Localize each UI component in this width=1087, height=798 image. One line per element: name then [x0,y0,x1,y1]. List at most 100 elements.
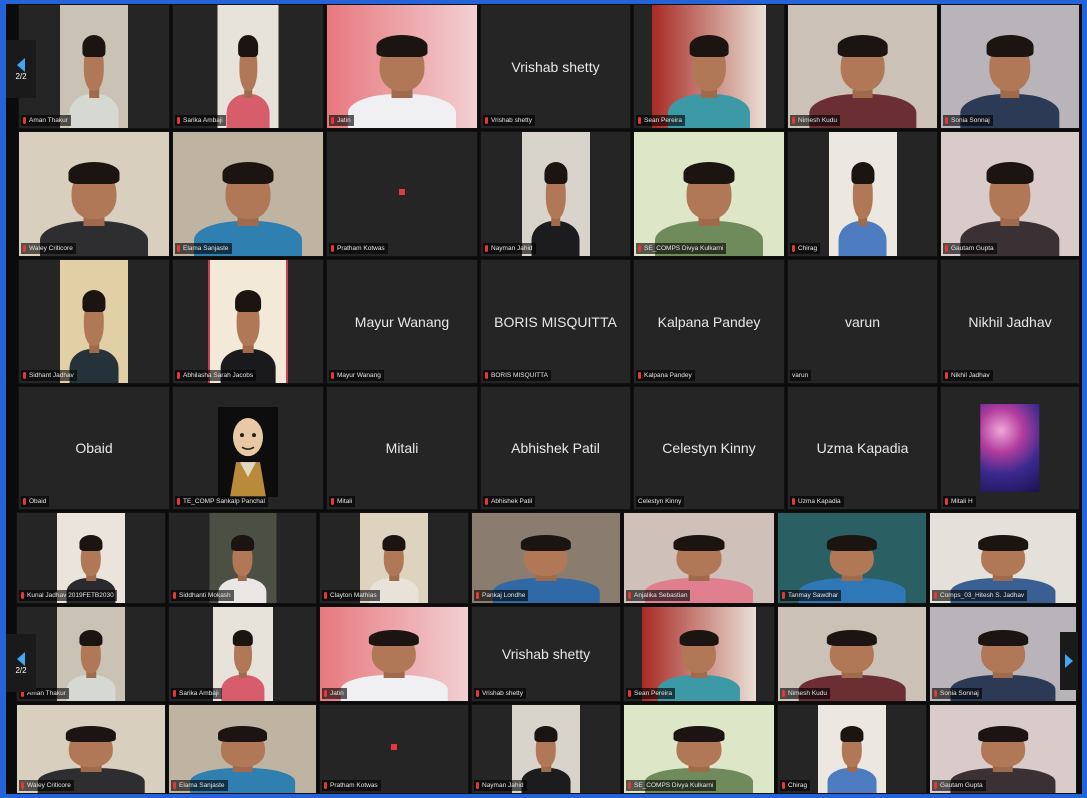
next-page-button[interactable] [1060,632,1078,690]
participant-tile-nikhil-jadhav[interactable]: Nikhil Jadhav Nikhil Jadhav [940,259,1080,384]
participant-tile-gautam-gupta[interactable]: Gautam Gupta [929,704,1077,794]
participant-name-text: Anjalika Sebastian [634,592,688,599]
muted-video-indicator [391,744,397,751]
participant-name-label: Kunal Jadhav 2019FETB2030 [19,590,117,601]
participant-tile-sean-pereira[interactable]: Sean Pereira [633,4,785,129]
participant-name-label: Sidhant Jadhav [21,370,77,381]
participant-tile-waley-criticore[interactable]: Waley Criticore [18,131,170,257]
video-feed [208,260,288,383]
participant-tile-aman-thakur[interactable]: Aman Thakur [16,606,166,702]
participant-tile-varun[interactable]: varun varun [787,259,938,384]
participant-tile-mitali-h[interactable]: Mitali H [940,386,1080,510]
mic-muted-icon [177,117,180,124]
participant-tile-pankaj-londhe[interactable]: Pankaj Londhe [471,512,621,604]
participant-tile-kalpana-pandey[interactable]: Kalpana Pandey Kalpana Pandey [633,259,785,384]
participant-tile-sonia-sonnaj[interactable]: Sonia Sonnaj [940,4,1080,129]
participant-name-display: Vrishab shetty [511,58,600,75]
participant-tile-comps-03-hitesh-s-jadhav[interactable]: Comps_03_Hitesh S. Jadhav [929,512,1077,604]
participant-tile-pratham-kotwas[interactable]: Pratham Kotwas [319,704,469,794]
participant-tile-abhishek-patil[interactable]: Abhishek Patil Abhishek Patil [480,386,631,510]
video-feed [521,132,590,256]
participant-tile-se-comps-divya-kulkarni[interactable]: SE_COMPS Divya Kulkarni [623,704,775,794]
participant-name-text: Pankaj Londhe [482,592,526,599]
participant-name-text: Obaid [29,498,47,505]
participant-tile-uzma-kapadia[interactable]: Uzma Kapadia Uzma Kapadia [787,386,938,510]
mic-muted-icon [782,782,785,789]
participant-tile-sarika-ambaji[interactable]: Sarika Ambaji [172,4,324,129]
participant-name-display: Mayur Wanang [354,313,450,330]
participant-tile-boris-misquitta[interactable]: BORIS MISQUITTA BORIS MISQUITTA [480,259,631,384]
mic-muted-icon [638,372,641,379]
video-feed [19,132,169,256]
mic-muted-icon [792,245,795,252]
mic-muted-icon [476,782,479,789]
participant-tile-sean-pereira[interactable]: Sean Pereira [623,606,775,702]
participant-name-label: Pratham Kotwas [329,243,388,254]
participant-tile-jatin[interactable]: Jatin [319,606,469,702]
participant-name-text: SE_COMPS Divya Kulkarni [644,245,724,252]
participant-tile-tanmay-sawdhar[interactable]: Tanmay Sawdhar [777,512,927,604]
participant-name-text: Nayman Jahid [482,782,524,789]
participant-name-label: Waley Criticore [21,243,76,254]
mic-muted-icon [485,117,488,124]
mic-muted-icon [23,498,26,505]
participant-name-text: Mitali H [951,498,973,505]
participant-tile-vrishab-shetty[interactable]: Vrishab shetty Vrishab shetty [471,606,621,702]
participant-tile-sidhant-jadhav[interactable]: Sidhant Jadhav [18,259,170,384]
participant-tile-kunal-jadhav-2019fetb2030[interactable]: Kunal Jadhav 2019FETB2030 [16,512,166,604]
participant-tile-mitali[interactable]: Mitali Mitali [326,386,478,510]
mic-muted-icon [476,592,479,599]
previous-page-button-lower[interactable]: 2/2 [6,634,36,692]
participant-tile-aman-thakur[interactable]: Aman Thakur [18,4,170,129]
previous-page-button[interactable]: 2/2 [6,40,36,98]
participant-name-display: varun [844,313,881,330]
participant-tile-vrishab-shetty[interactable]: Vrishab shetty Vrishab shetty [480,4,631,129]
mic-muted-icon [324,782,327,789]
participant-tile-sarika-ambaji[interactable]: Sarika Ambaji [168,606,317,702]
video-feed [642,607,756,701]
video-feed [327,5,477,128]
video-feed [60,260,128,383]
participant-name-display: Uzma Kapadia [816,440,909,456]
mic-muted-icon [485,245,488,252]
participant-tile-pratham-kotwas[interactable]: Pratham Kotwas [326,131,478,257]
mic-muted-icon [638,117,641,124]
participant-name-label: Vrishab shetty [483,115,535,126]
mic-muted-icon [23,245,26,252]
arrow-right-icon [1065,654,1073,668]
participant-tile-elama-sanjaste[interactable]: Elama Sanjaste [168,704,317,794]
participant-name-text: Nimesh Kudu [788,690,828,697]
profile-artwork [980,404,1040,492]
participant-name-text: Sonia Sonnaj [951,117,990,124]
participant-tile-se-comps-divya-kulkarni[interactable]: SE_COMPS Divya Kulkarni [633,131,785,257]
participant-tile-jatin[interactable]: Jatin [326,4,478,129]
participant-tile-te-comp-sankalp-panchal[interactable]: TE_COMP Sankalp Panchal [172,386,324,510]
participant-tile-mayur-wanang[interactable]: Mayur Wanang Mayur Wanang [326,259,478,384]
participant-tile-chirag[interactable]: Chirag [777,704,927,794]
page-indicator-lower: 2/2 [15,665,27,675]
participant-name-label: Tanmay Sawdhar [780,590,842,601]
participant-name-display: Kalpana Pandey [657,313,761,330]
participant-name-label: Sonia Sonnaj [943,115,993,126]
participant-tile-nayman-jahid[interactable]: Nayman Jahid [480,131,631,257]
participant-tile-waley-criticore[interactable]: Waley Criticore [16,704,166,794]
participant-tile-elama-sanjaste[interactable]: Elama Sanjaste [172,131,324,257]
participant-tile-chirag[interactable]: Chirag [787,131,938,257]
participant-tile-sonia-sonnaj[interactable]: Sonia Sonnaj [929,606,1077,702]
mic-muted-icon [934,592,937,599]
participant-tile-abhilasha-sarah-jacobs[interactable]: Abhilasha Sarah Jacobs [172,259,324,384]
participant-name-display: Nikhil Jadhav [968,313,1052,330]
mic-muted-icon [782,690,785,697]
participant-tile-clayton-mathias[interactable]: Clayton Mathias [319,512,469,604]
participant-name-label: Sean Pereira [636,115,685,126]
participant-tile-nayman-jahid[interactable]: Nayman Jahid [471,704,621,794]
participant-tile-nimesh-kudu[interactable]: Nimesh Kudu [787,4,938,129]
participant-tile-obaid[interactable]: Obaid Obaid [18,386,170,510]
participant-tile-nimesh-kudu[interactable]: Nimesh Kudu [777,606,927,702]
participant-tile-gautam-gupta[interactable]: Gautam Gupta [940,131,1080,257]
mic-muted-icon [331,245,334,252]
participant-tile-anjalika-sebastian[interactable]: Anjalika Sebastian [623,512,775,604]
participant-tile-siddhanti-mokash[interactable]: Siddhanti Mokash [168,512,317,604]
participant-tile-celestyn-kinny[interactable]: Celestyn Kinny Celestyn Kinny [633,386,785,510]
mic-muted-icon [331,498,334,505]
